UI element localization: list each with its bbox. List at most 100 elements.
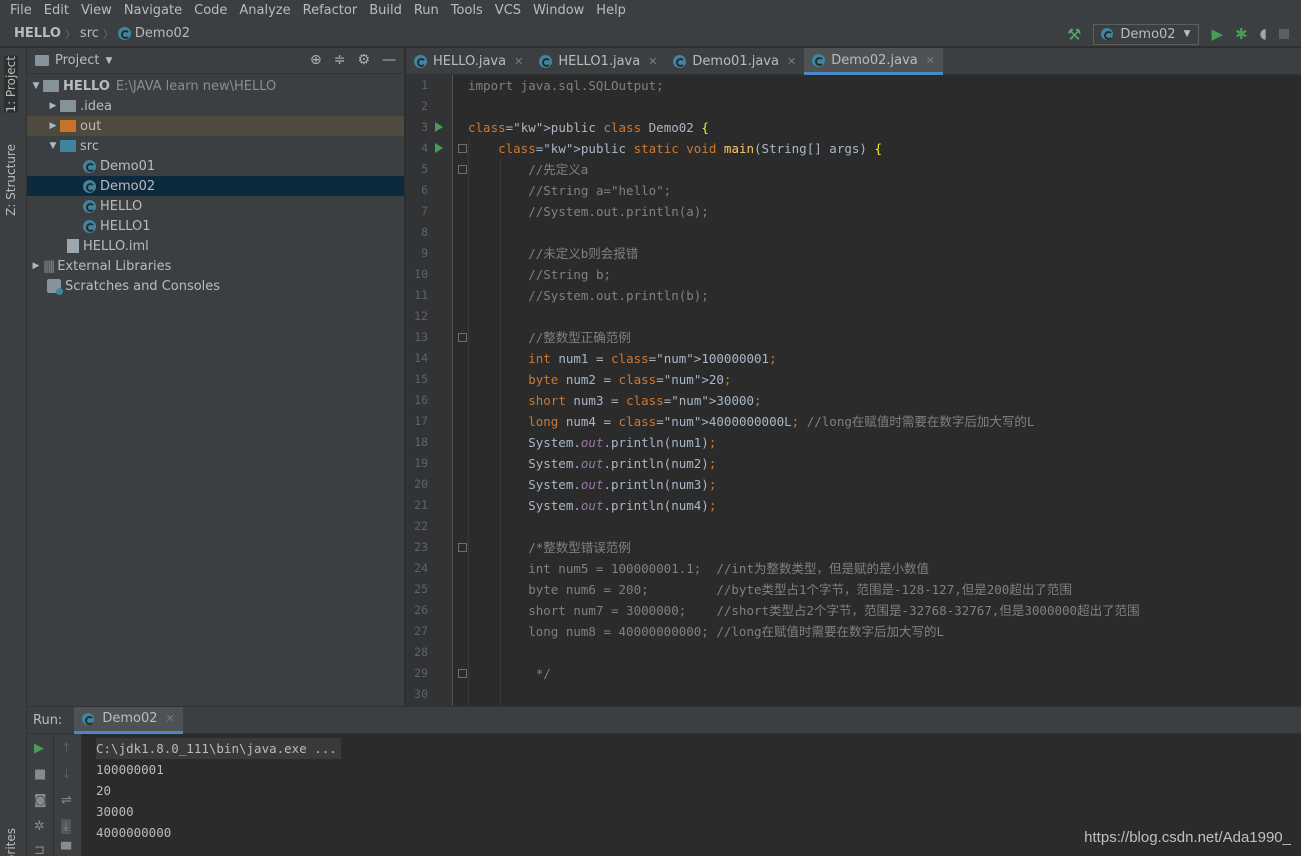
close-icon[interactable]: ✕: [787, 55, 796, 68]
stop-icon[interactable]: [1279, 29, 1289, 39]
code-line: 22: [406, 516, 1301, 537]
scroll-to-end-icon[interactable]: ⤓: [61, 819, 71, 834]
folder-icon: [60, 100, 76, 112]
breadcrumb-file[interactable]: Demo02: [114, 26, 194, 41]
rerun-icon[interactable]: ▶: [34, 741, 44, 756]
minimize-icon[interactable]: —: [382, 52, 396, 68]
tab-hello-java[interactable]: HELLO.java ✕: [406, 48, 531, 75]
tree-item-demo02[interactable]: Demo02: [27, 176, 404, 196]
menu-analyze[interactable]: Analyze: [233, 0, 296, 21]
run-tab-label: Demo02: [102, 711, 158, 726]
fold-marker-icon[interactable]: [458, 543, 467, 552]
locate-crosshair-icon[interactable]: ⊕: [310, 52, 322, 68]
line-number: 8: [421, 225, 428, 239]
fold-marker-icon[interactable]: [458, 144, 467, 153]
fold-marker-icon[interactable]: [458, 165, 467, 174]
tab-hello1-java[interactable]: HELLO1.java ✕: [531, 48, 665, 75]
favorites-tool-tab[interactable]: orites: [4, 828, 18, 856]
gutter-run-icon[interactable]: [435, 122, 443, 132]
restore-layout-icon[interactable]: ⊐: [34, 843, 45, 856]
line-number: 2: [421, 99, 428, 113]
tree-item-hello[interactable]: HELLO: [27, 196, 404, 216]
menu-refactor[interactable]: Refactor: [297, 0, 364, 21]
close-icon[interactable]: ✕: [648, 55, 657, 68]
code-line: 28: [406, 642, 1301, 663]
project-tool-tab[interactable]: 1: Project: [4, 56, 18, 113]
run-icon[interactable]: ▶: [1211, 25, 1223, 43]
close-icon[interactable]: ✕: [165, 712, 174, 725]
close-icon[interactable]: ✕: [514, 55, 523, 68]
tree-item-external-libraries[interactable]: ▶ ||||| External Libraries: [27, 256, 404, 276]
tree-item-hello-iml[interactable]: HELLO.iml: [27, 236, 404, 256]
structure-tool-tab[interactable]: Z: Structure: [4, 144, 18, 216]
menu-edit[interactable]: Edit: [38, 0, 75, 21]
fold-marker-icon[interactable]: [458, 669, 467, 678]
build-hammer-icon[interactable]: ⚒: [1067, 25, 1081, 44]
class-icon: [812, 53, 826, 67]
line-number: 1: [421, 78, 428, 92]
tree-item-scratches[interactable]: Scratches and Consoles: [27, 276, 404, 296]
console-command-line: C:\jdk1.8.0_111\bin\java.exe ...: [96, 738, 341, 759]
code-text: int num5 = 100000001.1; //int为整数类型，但是赋的是…: [468, 561, 929, 576]
tab-demo02-java[interactable]: Demo02.java ✕: [804, 48, 943, 75]
menu-file[interactable]: File: [4, 0, 38, 21]
breadcrumb-folder[interactable]: src: [76, 26, 103, 41]
collapse-all-icon[interactable]: ≑: [334, 52, 346, 68]
folder-icon: [43, 80, 59, 92]
project-tree: ▼ HELLO E:\JAVA learn new\HELLO ▶ .idea …: [27, 74, 404, 296]
menu-vcs[interactable]: VCS: [489, 0, 527, 21]
menu-tools[interactable]: Tools: [445, 0, 489, 21]
gutter-run-icon[interactable]: [435, 143, 443, 153]
tree-item-demo01[interactable]: Demo01: [27, 156, 404, 176]
line-number: 12: [414, 309, 428, 323]
tab-demo01-java[interactable]: Demo01.java ✕: [665, 48, 804, 75]
tree-item-idea[interactable]: ▶ .idea: [27, 96, 404, 116]
tree-item-label: .idea: [80, 98, 112, 114]
run-configuration-select[interactable]: Demo02 ▼: [1093, 23, 1200, 45]
menu-code[interactable]: Code: [188, 0, 233, 21]
close-icon[interactable]: ✕: [926, 54, 935, 67]
line-number: 19: [414, 456, 428, 470]
menu-build[interactable]: Build: [363, 0, 408, 21]
tree-item-out[interactable]: ▶ out: [27, 116, 404, 136]
code-text: long num8 = 40000000000; //long在赋值时需要在数字…: [468, 624, 945, 639]
debug-bug-icon[interactable]: ✱: [1235, 25, 1248, 43]
arrow-up-icon[interactable]: ↑: [61, 741, 72, 756]
run-panel-header: Run: Demo02 ✕: [27, 706, 1301, 734]
run-toolbar-primary: ▶ ■ ◙ ✲ ⊐: [27, 734, 54, 856]
print-icon[interactable]: ▀: [61, 843, 71, 856]
chevron-down-icon: ▼: [49, 141, 57, 151]
menu-navigate[interactable]: Navigate: [118, 0, 188, 21]
camera-icon[interactable]: ◙: [34, 793, 47, 808]
menu-run[interactable]: Run: [408, 0, 445, 21]
watermark: https://blog.csdn.net/Ada1990_: [1084, 829, 1291, 846]
coverage-icon[interactable]: ◖: [1260, 26, 1267, 42]
line-number: 28: [414, 645, 428, 659]
menu-help[interactable]: Help: [590, 0, 632, 21]
code-line: 8: [406, 222, 1301, 243]
chevron-down-icon: ▼: [1183, 29, 1191, 39]
line-number: 25: [414, 582, 428, 596]
fold-marker-icon[interactable]: [458, 333, 467, 342]
breadcrumb-project[interactable]: HELLO: [0, 26, 65, 41]
tree-item-hello1[interactable]: HELLO1: [27, 216, 404, 236]
tree-item-src[interactable]: ▼ src: [27, 136, 404, 156]
tree-item-hello-project[interactable]: ▼ HELLO E:\JAVA learn new\HELLO: [27, 76, 404, 96]
line-number: 17: [414, 414, 428, 428]
gear-icon[interactable]: ⚙: [357, 52, 370, 68]
line-number: 20: [414, 477, 428, 491]
menu-window[interactable]: Window: [527, 0, 590, 21]
project-view-selector[interactable]: Project ▼: [35, 53, 112, 68]
chevron-right-icon: ▶: [32, 261, 40, 271]
menu-view[interactable]: View: [75, 0, 118, 21]
stop-icon[interactable]: ■: [34, 767, 46, 782]
arrow-down-icon[interactable]: ↓: [61, 767, 72, 782]
run-toolbar: ⚒ Demo02 ▼ ▶ ✱ ◖: [1067, 21, 1289, 47]
soft-wrap-icon[interactable]: ⇌: [61, 793, 72, 808]
code-editor[interactable]: 1 import java.sql.SQLOutput; 2 3 class="kw">…: [406, 75, 1301, 706]
excluded-folder-icon: [60, 120, 76, 132]
settings-icon[interactable]: ✲: [34, 819, 45, 834]
run-tab-demo02[interactable]: Demo02 ✕: [74, 706, 183, 734]
code-text: short num7 = 3000000; //short类型占2个字节，范围是…: [468, 603, 1140, 618]
line-number: 13: [414, 330, 428, 344]
